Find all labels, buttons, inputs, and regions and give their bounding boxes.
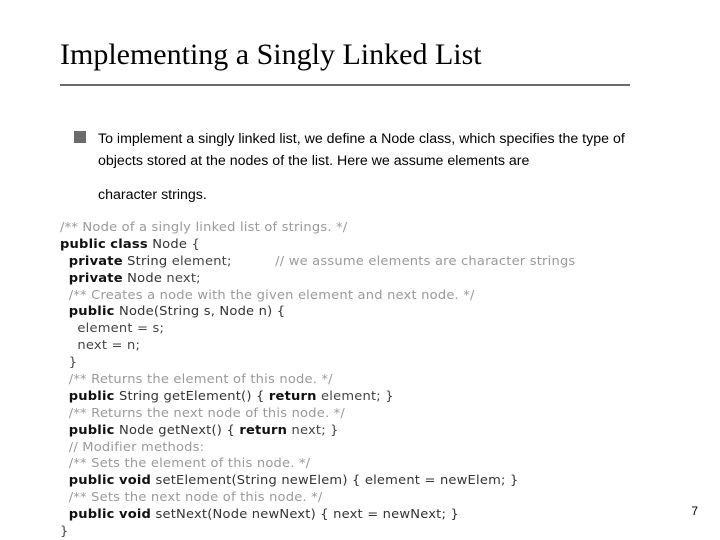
bullet-line-1: To implement a singly linked list, we de… bbox=[98, 131, 625, 169]
slide: Implementing a Singly Linked List To imp… bbox=[0, 0, 720, 540]
bullet-text: To implement a singly linked list, we de… bbox=[98, 128, 672, 206]
square-bullet-icon bbox=[74, 131, 86, 143]
bullet-line-2: character strings. bbox=[98, 187, 207, 203]
bullet-item: To implement a singly linked list, we de… bbox=[74, 128, 672, 206]
code-block: /** Node of a singly linked list of stri… bbox=[60, 220, 684, 540]
slide-title: Implementing a Singly Linked List bbox=[60, 38, 482, 72]
title-underline bbox=[60, 84, 630, 86]
page-number: 7 bbox=[691, 504, 698, 518]
